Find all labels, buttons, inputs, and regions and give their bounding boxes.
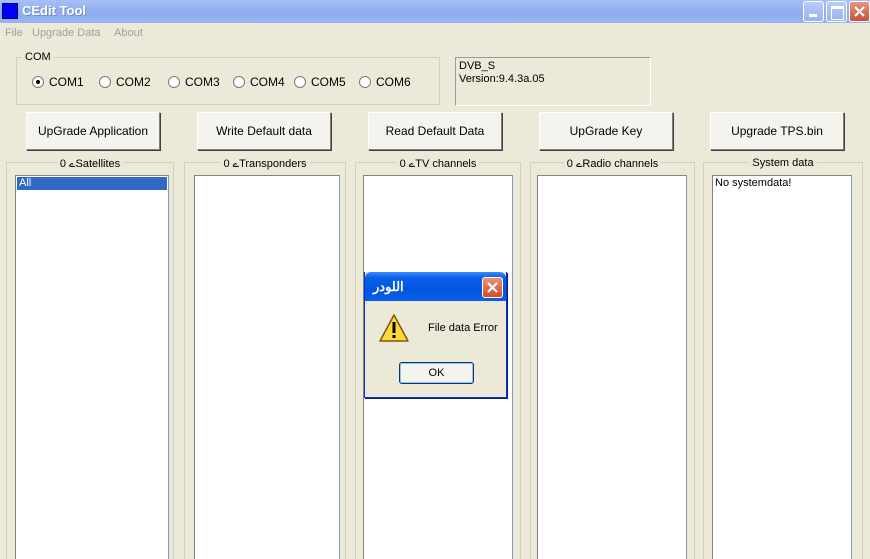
- radio-button[interactable]: [233, 76, 245, 88]
- close-button[interactable]: [849, 1, 870, 22]
- dialog-title-bar[interactable]: اللودر: [365, 272, 506, 301]
- close-icon: [854, 6, 865, 17]
- info-version: Version:9.4.3a.05: [459, 73, 545, 85]
- system-data-header: System data: [749, 157, 817, 169]
- radio-button[interactable]: [32, 76, 44, 88]
- menu-file[interactable]: File: [5, 27, 23, 39]
- transponders-list[interactable]: [194, 175, 340, 559]
- radio-label: COM2: [116, 75, 151, 89]
- transponders-header: 0 ےTransponders: [220, 158, 310, 170]
- radio-com1[interactable]: COM1: [32, 75, 84, 89]
- radio-com5[interactable]: COM5: [294, 75, 346, 89]
- radio-button[interactable]: [359, 76, 371, 88]
- com-group: COM COM1 COM2 COM3 COM4 COM5 COM6: [16, 51, 440, 105]
- system-data-list[interactable]: No systemdata!: [712, 175, 852, 559]
- window-title: CEdit Tool: [22, 3, 87, 18]
- radio-button[interactable]: [294, 76, 306, 88]
- radio-label: COM4: [250, 75, 285, 89]
- transponders-panel: 0 ےTransponders: [184, 158, 346, 559]
- radio-com6[interactable]: COM6: [359, 75, 411, 89]
- info-type: DVB_S: [459, 60, 496, 72]
- radio-button[interactable]: [99, 76, 111, 88]
- minimize-button[interactable]: [803, 1, 824, 22]
- read-default-data-button[interactable]: Read Default Data: [368, 112, 502, 150]
- satellites-list[interactable]: All: [15, 175, 169, 559]
- tv-channels-header: 0 ےTV channels: [396, 158, 480, 170]
- title-bar[interactable]: CEdit Tool: [0, 0, 870, 23]
- radio-label: COM5: [311, 75, 346, 89]
- radio-label: COM1: [49, 75, 84, 89]
- satellites-panel: 0 ےSatellites All: [6, 158, 174, 559]
- radio-channels-list[interactable]: [537, 175, 687, 559]
- error-dialog: اللودر File data Error OK: [364, 272, 507, 398]
- radio-label: COM3: [185, 75, 220, 89]
- radio-button[interactable]: [168, 76, 180, 88]
- dialog-close-button[interactable]: [482, 277, 503, 298]
- menu-upgrade-data[interactable]: Upgrade Data: [32, 27, 101, 39]
- dialog-title: اللودر: [373, 279, 404, 294]
- menu-bar: File Upgrade Data About: [0, 24, 870, 43]
- close-icon: [487, 282, 498, 293]
- radio-com2[interactable]: COM2: [99, 75, 151, 89]
- radio-label: COM6: [376, 75, 411, 89]
- list-item[interactable]: All: [17, 177, 167, 190]
- upgrade-key-button[interactable]: UpGrade Key: [539, 112, 673, 150]
- warning-icon: [379, 314, 409, 342]
- maximize-button[interactable]: [826, 1, 847, 22]
- menu-about[interactable]: About: [114, 27, 143, 39]
- version-info-box: DVB_S Version:9.4.3a.05: [455, 57, 651, 106]
- upgrade-tps-button[interactable]: Upgrade TPS.bin: [710, 112, 844, 150]
- ok-button[interactable]: OK: [399, 362, 474, 384]
- dialog-message: File data Error: [428, 322, 498, 334]
- radio-com4[interactable]: COM4: [233, 75, 285, 89]
- app-icon[interactable]: [2, 3, 18, 19]
- radio-channels-panel: 0 ےRadio channels: [530, 158, 695, 559]
- upgrade-application-button[interactable]: UpGrade Application: [26, 112, 160, 150]
- list-item: No systemdata!: [715, 177, 792, 189]
- radio-com3[interactable]: COM3: [168, 75, 220, 89]
- satellites-header: 0 ےSatellites: [56, 158, 124, 170]
- com-group-label: COM: [23, 51, 53, 63]
- radio-channels-header: 0 ےRadio channels: [563, 158, 662, 170]
- system-data-panel: System data No systemdata!: [703, 157, 863, 559]
- write-default-data-button[interactable]: Write Default data: [197, 112, 331, 150]
